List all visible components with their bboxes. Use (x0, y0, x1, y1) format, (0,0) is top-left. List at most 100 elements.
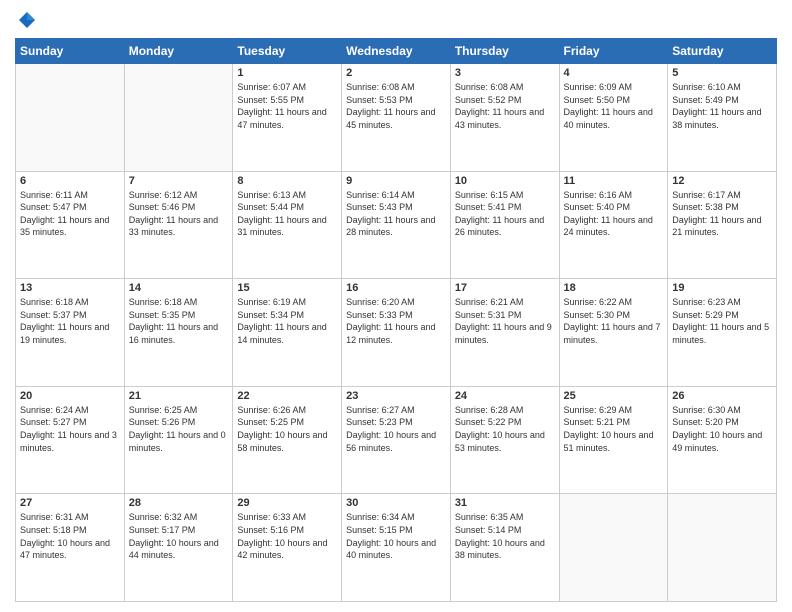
day-info: Sunrise: 6:20 AM Sunset: 5:33 PM Dayligh… (346, 296, 446, 346)
day-info: Sunrise: 6:26 AM Sunset: 5:25 PM Dayligh… (237, 404, 337, 454)
calendar-cell: 14Sunrise: 6:18 AM Sunset: 5:35 PM Dayli… (124, 279, 233, 387)
day-info: Sunrise: 6:23 AM Sunset: 5:29 PM Dayligh… (672, 296, 772, 346)
calendar-cell: 18 Sunrise: 6:22 AM Sunset: 5:30 PM Dayli… (559, 279, 668, 387)
day-info: Sunrise: 6:22 AM Sunset: 5:30 PM Dayligh… (564, 296, 664, 346)
day-of-week-header: Sunday (16, 39, 125, 64)
day-number: 26 (672, 390, 772, 402)
day-number: 5 (672, 67, 772, 79)
day-info: Sunrise: 6:31 AM Sunset: 5:18 PM Dayligh… (20, 511, 120, 561)
day-number: 13 (20, 282, 120, 294)
calendar-cell: 2Sunrise: 6:08 AM Sunset: 5:53 PM Daylig… (342, 64, 451, 172)
day-info: Sunrise: 6:16 AM Sunset: 5:40 PM Dayligh… (564, 189, 664, 239)
calendar-cell: 5 Sunrise: 6:10 AM Sunset: 5:49 PM Daylig… (668, 64, 777, 172)
day-info: Sunrise: 6:19 AM Sunset: 5:34 PM Dayligh… (237, 296, 337, 346)
day-info: Sunrise: 6:24 AM Sunset: 5:27 PM Dayligh… (20, 404, 120, 454)
calendar-cell: 7 Sunrise: 6:12 AM Sunset: 5:46 PM Daylig… (124, 171, 233, 279)
day-info: Sunrise: 6:29 AM Sunset: 5:21 PM Dayligh… (564, 404, 664, 454)
day-number: 8 (237, 175, 337, 187)
day-info: Sunrise: 6:12 AM Sunset: 5:46 PM Dayligh… (129, 189, 229, 239)
calendar-cell: 19 Sunrise: 6:23 AM Sunset: 5:29 PM Dayli… (668, 279, 777, 387)
day-info: Sunrise: 6:25 AM Sunset: 5:26 PM Dayligh… (129, 404, 229, 454)
calendar-cell: 11 Sunrise: 6:16 AM Sunset: 5:40 PM Dayli… (559, 171, 668, 279)
day-info: Sunrise: 6:21 AM Sunset: 5:31 PM Dayligh… (455, 296, 555, 346)
day-of-week-header: Monday (124, 39, 233, 64)
day-number: 21 (129, 390, 229, 402)
calendar-cell: 20 Sunrise: 6:24 AM Sunset: 5:27 PM Dayli… (16, 386, 125, 494)
calendar-cell: 4Sunrise: 6:09 AM Sunset: 5:50 PM Daylig… (559, 64, 668, 172)
calendar-cell: 25 Sunrise: 6:29 AM Sunset: 5:21 PM Dayli… (559, 386, 668, 494)
day-info: Sunrise: 6:14 AM Sunset: 5:43 PM Dayligh… (346, 189, 446, 239)
calendar-cell: 28Sunrise: 6:32 AM Sunset: 5:17 PM Dayli… (124, 494, 233, 602)
calendar-week-row: 1 Sunrise: 6:07 AM Sunset: 5:55 PM Daylig… (16, 64, 777, 172)
calendar-week-row: 20 Sunrise: 6:24 AM Sunset: 5:27 PM Dayli… (16, 386, 777, 494)
day-info: Sunrise: 6:11 AM Sunset: 5:47 PM Dayligh… (20, 189, 120, 239)
day-number: 24 (455, 390, 555, 402)
page: SundayMondayTuesdayWednesdayThursdayFrid… (0, 0, 792, 612)
day-info: Sunrise: 6:15 AM Sunset: 5:41 PM Dayligh… (455, 189, 555, 239)
day-of-week-header: Thursday (450, 39, 559, 64)
day-info: Sunrise: 6:27 AM Sunset: 5:23 PM Dayligh… (346, 404, 446, 454)
day-number: 7 (129, 175, 229, 187)
day-info: Sunrise: 6:08 AM Sunset: 5:52 PM Dayligh… (455, 81, 555, 131)
day-info: Sunrise: 6:09 AM Sunset: 5:50 PM Dayligh… (564, 81, 664, 131)
day-info: Sunrise: 6:34 AM Sunset: 5:15 PM Dayligh… (346, 511, 446, 561)
day-of-week-header: Wednesday (342, 39, 451, 64)
day-number: 18 (564, 282, 664, 294)
day-number: 29 (237, 497, 337, 509)
calendar-cell (16, 64, 125, 172)
day-of-week-header: Tuesday (233, 39, 342, 64)
day-of-week-header: Saturday (668, 39, 777, 64)
calendar-cell: 22 Sunrise: 6:26 AM Sunset: 5:25 PM Dayli… (233, 386, 342, 494)
logo (15, 10, 37, 30)
calendar-cell: 23Sunrise: 6:27 AM Sunset: 5:23 PM Dayli… (342, 386, 451, 494)
day-info: Sunrise: 6:18 AM Sunset: 5:37 PM Dayligh… (20, 296, 120, 346)
calendar-cell (124, 64, 233, 172)
calendar-cell: 21 Sunrise: 6:25 AM Sunset: 5:26 PM Dayli… (124, 386, 233, 494)
calendar-cell: 6Sunrise: 6:11 AM Sunset: 5:47 PM Daylig… (16, 171, 125, 279)
day-number: 11 (564, 175, 664, 187)
header (15, 10, 777, 30)
calendar-body: 1 Sunrise: 6:07 AM Sunset: 5:55 PM Daylig… (16, 64, 777, 602)
day-number: 12 (672, 175, 772, 187)
calendar-cell: 30 Sunrise: 6:34 AM Sunset: 5:15 PM Dayli… (342, 494, 451, 602)
day-number: 30 (346, 497, 446, 509)
calendar-cell: 9 Sunrise: 6:14 AM Sunset: 5:43 PM Daylig… (342, 171, 451, 279)
calendar-cell: 16 Sunrise: 6:20 AM Sunset: 5:33 PM Dayli… (342, 279, 451, 387)
calendar-cell: 27Sunrise: 6:31 AM Sunset: 5:18 PM Dayli… (16, 494, 125, 602)
day-number: 1 (237, 67, 337, 79)
day-info: Sunrise: 6:18 AM Sunset: 5:35 PM Dayligh… (129, 296, 229, 346)
day-info: Sunrise: 6:07 AM Sunset: 5:55 PM Dayligh… (237, 81, 337, 131)
day-number: 16 (346, 282, 446, 294)
day-number: 25 (564, 390, 664, 402)
day-number: 19 (672, 282, 772, 294)
day-info: Sunrise: 6:13 AM Sunset: 5:44 PM Dayligh… (237, 189, 337, 239)
calendar-header-row: SundayMondayTuesdayWednesdayThursdayFrid… (16, 39, 777, 64)
calendar-cell: 12 Sunrise: 6:17 AM Sunset: 5:38 PM Dayli… (668, 171, 777, 279)
calendar-cell: 31Sunrise: 6:35 AM Sunset: 5:14 PM Dayli… (450, 494, 559, 602)
day-info: Sunrise: 6:10 AM Sunset: 5:49 PM Dayligh… (672, 81, 772, 131)
day-number: 9 (346, 175, 446, 187)
calendar-cell: 13 Sunrise: 6:18 AM Sunset: 5:37 PM Dayli… (16, 279, 125, 387)
calendar-cell: 10Sunrise: 6:15 AM Sunset: 5:41 PM Dayli… (450, 171, 559, 279)
calendar-cell: 3Sunrise: 6:08 AM Sunset: 5:52 PM Daylig… (450, 64, 559, 172)
calendar-cell: 1 Sunrise: 6:07 AM Sunset: 5:55 PM Daylig… (233, 64, 342, 172)
calendar-week-row: 27Sunrise: 6:31 AM Sunset: 5:18 PM Dayli… (16, 494, 777, 602)
calendar-cell (668, 494, 777, 602)
calendar-cell: 29 Sunrise: 6:33 AM Sunset: 5:16 PM Dayli… (233, 494, 342, 602)
calendar-cell: 8 Sunrise: 6:13 AM Sunset: 5:44 PM Daylig… (233, 171, 342, 279)
day-info: Sunrise: 6:17 AM Sunset: 5:38 PM Dayligh… (672, 189, 772, 239)
logo-icon (17, 10, 37, 30)
day-number: 31 (455, 497, 555, 509)
day-number: 22 (237, 390, 337, 402)
day-number: 15 (237, 282, 337, 294)
calendar-cell: 26 Sunrise: 6:30 AM Sunset: 5:20 PM Dayli… (668, 386, 777, 494)
day-number: 20 (20, 390, 120, 402)
day-info: Sunrise: 6:30 AM Sunset: 5:20 PM Dayligh… (672, 404, 772, 454)
day-info: Sunrise: 6:08 AM Sunset: 5:53 PM Dayligh… (346, 81, 446, 131)
calendar-cell: 15 Sunrise: 6:19 AM Sunset: 5:34 PM Dayli… (233, 279, 342, 387)
calendar-table: SundayMondayTuesdayWednesdayThursdayFrid… (15, 38, 777, 602)
day-number: 28 (129, 497, 229, 509)
day-of-week-header: Friday (559, 39, 668, 64)
day-info: Sunrise: 6:33 AM Sunset: 5:16 PM Dayligh… (237, 511, 337, 561)
calendar-week-row: 6Sunrise: 6:11 AM Sunset: 5:47 PM Daylig… (16, 171, 777, 279)
